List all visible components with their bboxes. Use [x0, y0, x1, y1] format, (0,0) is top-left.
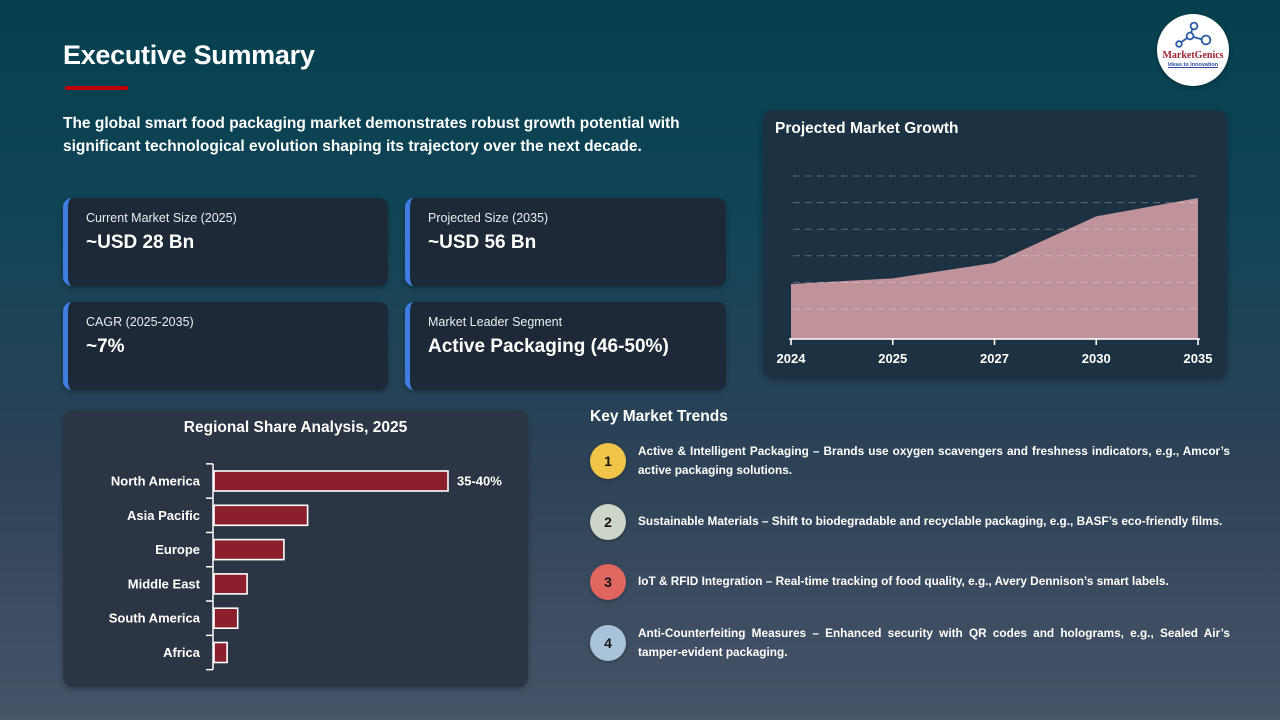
trend-badge-4: 4: [590, 624, 626, 661]
stat-card-current-market-size: Current Market Size (2025) ~USD 28 Bn: [63, 198, 388, 286]
logo-tagline: Ideas to Innovation: [1167, 62, 1219, 68]
trend-item-3: 3 IoT & RFID Integration – Real-time tra…: [590, 563, 1238, 600]
key-market-trends-section: Key Market Trends 1 Active & Intelligent…: [590, 408, 1238, 686]
svg-text:Europe: Europe: [155, 542, 200, 557]
stat-card-value: ~USD 56 Bn: [428, 232, 537, 253]
svg-text:South America: South America: [109, 611, 201, 626]
molecule-icon: [1175, 21, 1212, 48]
stat-card-value: ~7%: [86, 336, 125, 357]
svg-text:Asia Pacific: Asia Pacific: [127, 508, 200, 523]
intro-text: The global smart food packaging market d…: [63, 115, 680, 156]
trend-item-4: 4 Anti-Counterfeiting Measures – Enhance…: [590, 624, 1238, 662]
stat-card-label: Market Leader Segment: [428, 315, 563, 329]
trend-item-1: 1 Active & Intelligent Packaging – Brand…: [590, 442, 1238, 480]
marketgenics-logo: MarketGenics Ideas to Innovation: [1157, 14, 1229, 86]
svg-text:2027: 2027: [980, 351, 1009, 366]
svg-text:2035: 2035: [1184, 351, 1213, 366]
stat-card-label: CAGR (2025-2035): [86, 315, 194, 329]
trend-text-2: Sustainable Materials – Shift to biodegr…: [638, 514, 1223, 529]
growth-chart-title: Projected Market Growth: [775, 120, 959, 137]
growth-area-chart: 2024 2025 2027 2030 2035: [763, 138, 1227, 379]
stat-card-label: Current Market Size (2025): [86, 211, 237, 225]
trends-heading: Key Market Trends: [590, 408, 728, 425]
projected-market-growth-panel: Projected Market Growth 2024 2025 2027 2030…: [763, 110, 1227, 378]
svg-text:2024: 2024: [777, 351, 807, 366]
stat-card-label: Projected Size (2035): [428, 211, 549, 225]
trend-badge-2: 2: [590, 503, 626, 540]
trend-badge-1: 1: [590, 442, 626, 479]
stat-card-market-leader: Market Leader Segment Active Packaging (…: [405, 302, 726, 390]
trend-text-3: IoT & RFID Integration – Real-time track…: [638, 574, 1169, 589]
svg-text:35-40%: 35-40%: [457, 474, 502, 489]
stat-card-value: Active Packaging (46-50%): [428, 336, 669, 357]
stat-card-projected-size: Projected Size (2035) ~USD 56 Bn: [405, 198, 726, 286]
trend-text-4: Anti-Counterfeiting Measures – Enhanced …: [638, 625, 1230, 659]
trend-item-2: 2 Sustainable Materials – Shift to biode…: [590, 503, 1238, 540]
svg-text:2030: 2030: [1082, 351, 1111, 366]
svg-text:North America: North America: [111, 474, 201, 489]
page-title: Executive Summary: [63, 40, 315, 70]
title-underline: [65, 86, 128, 90]
regional-bar-chart: North America 35-40% Asia Pacific Europe Mid…: [63, 437, 528, 687]
regional-share-panel: Regional Share Analysis, 2025 North Amer…: [63, 410, 528, 687]
stat-card-cagr: CAGR (2025-2035) ~7%: [63, 302, 388, 390]
svg-text:Africa: Africa: [163, 645, 201, 660]
stat-card-value: ~USD 28 Bn: [86, 232, 195, 253]
trend-badge-3: 3: [590, 563, 626, 600]
regional-chart-title: Regional Share Analysis, 2025: [183, 419, 408, 436]
trend-text-1: Active & Intelligent Packaging – Brands …: [638, 444, 1230, 477]
svg-text:2025: 2025: [878, 351, 907, 366]
logo-name: MarketGenics: [1162, 50, 1224, 61]
svg-text:Middle East: Middle East: [128, 576, 201, 591]
